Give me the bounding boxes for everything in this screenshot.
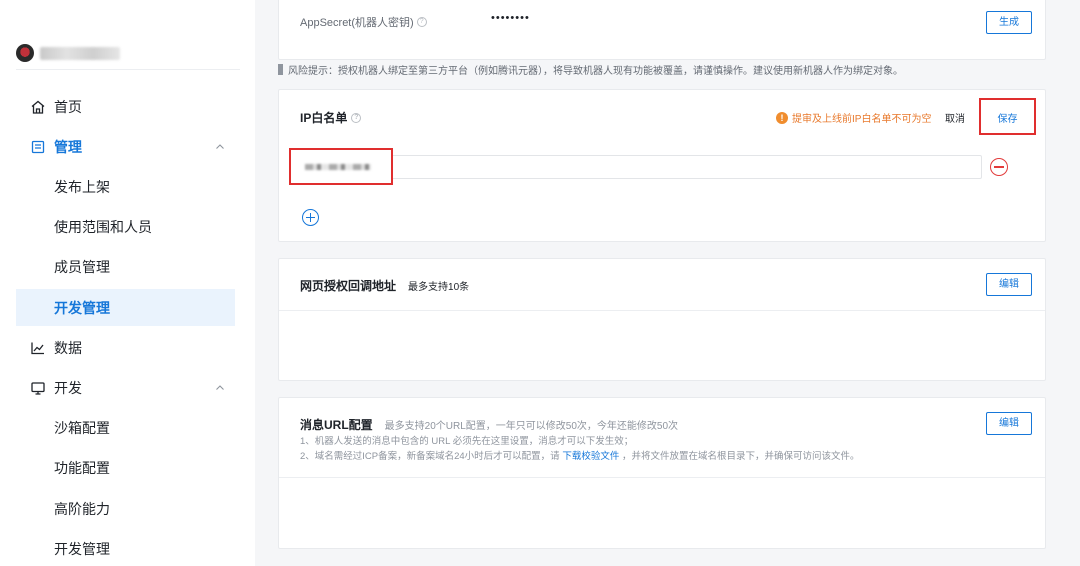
cancel-button[interactable]: 取消	[945, 110, 965, 125]
app-secret-label-text: AppSecret(机器人密钥)	[300, 17, 414, 29]
sidebar-item-label: 开发	[54, 379, 82, 396]
sidebar-item-label: 发布上架	[54, 178, 110, 195]
main-content: AppSecret(机器人密钥) ? •••••••• 生成 风险提示：授权机器…	[255, 0, 1080, 566]
sidebar-item-members[interactable]: 成员管理	[16, 248, 235, 285]
instruction-line: 2、域名需经过ICP备案，新备案域名24小时后才可以配置，请 下载校验文件 ，并…	[300, 449, 860, 464]
app-secret-card: AppSecret(机器人密钥) ? •••••••• 生成	[278, 0, 1046, 60]
sidebar-divider	[16, 69, 240, 70]
ip-whitelist-warning: ! 提审及上线前IP白名单不可为空	[776, 110, 931, 125]
app-secret-value: ••••••••	[491, 12, 530, 24]
risk-notice: 风险提示：授权机器人绑定至第三方平台（例如腾讯元器），将导致机器人现有功能被覆盖…	[278, 62, 903, 77]
ip-input[interactable]	[384, 155, 982, 179]
app-logo	[16, 44, 34, 62]
message-url-hint: 最多支持20个URL配置，一年只可以修改50次，今年还能修改50次	[384, 421, 679, 432]
callback-edit-button[interactable]: 编辑	[986, 273, 1032, 296]
message-url-instructions: 1、机器人发送的消息中包含的 URL 必须先在这里设置，消息才可以下发生效； 2…	[300, 434, 860, 464]
sidebar-item-advanced[interactable]: 高阶能力	[16, 490, 235, 527]
sidebar-item-label: 数据	[54, 339, 82, 356]
sidebar-item-home[interactable]: 首页	[16, 88, 235, 125]
sidebar-item-manage[interactable]: 管理	[16, 128, 235, 165]
chevron-up-icon	[216, 384, 224, 390]
sidebar-item-sandbox[interactable]: 沙箱配置	[16, 409, 235, 446]
sidebar-item-label: 使用范围和人员	[54, 218, 152, 235]
sidebar-item-scope[interactable]: 使用范围和人员	[16, 208, 235, 245]
save-highlight: 保存	[979, 98, 1036, 135]
sidebar: 首页 管理 发布上架 使用范围和人员 成员管理 开发管理 数据 开发 沙箱配置 …	[0, 0, 255, 566]
callback-hint: 最多支持10条	[408, 282, 470, 293]
home-icon	[31, 100, 45, 114]
app-secret-label: AppSecret(机器人密钥) ?	[300, 14, 427, 30]
card-divider	[279, 310, 1045, 311]
chevron-up-icon	[216, 143, 224, 149]
risk-notice-text: 风险提示：授权机器人绑定至第三方平台（例如腾讯元器），将导致机器人现有功能被覆盖…	[288, 66, 903, 77]
app-name-redacted	[40, 47, 120, 60]
ip-whitelist-title: IP白名单 ?	[300, 109, 362, 126]
sidebar-item-label: 功能配置	[54, 459, 110, 476]
message-url-title: 消息URL配置 最多支持20个URL配置，一年只可以修改50次，今年还能修改50…	[300, 416, 678, 433]
sidebar-item-label: 首页	[54, 98, 82, 115]
callback-card: 网页授权回调地址 最多支持10条 编辑	[278, 258, 1046, 381]
sidebar-item-data[interactable]: 数据	[16, 329, 235, 366]
generate-button[interactable]: 生成	[986, 11, 1032, 34]
line-chart-icon	[31, 342, 44, 354]
help-icon[interactable]: ?	[416, 17, 427, 27]
sidebar-item-label: 开发管理	[54, 299, 110, 316]
ip-whitelist-card: IP白名单 ? ! 提审及上线前IP白名单不可为空 取消 保存	[278, 89, 1046, 242]
sidebar-item-label: 成员管理	[54, 258, 110, 275]
instruction-text: 2、域名需经过ICP备案，新备案域名24小时后才可以配置，请	[300, 451, 560, 462]
sidebar-item-label: 开发管理	[54, 540, 110, 557]
ip-whitelist-warning-text: 提审及上线前IP白名单不可为空	[792, 114, 932, 125]
sidebar-item-label: 高阶能力	[54, 500, 110, 517]
remove-ip-icon[interactable]	[990, 158, 1008, 176]
sidebar-item-label: 管理	[54, 138, 82, 155]
notice-bar	[278, 64, 283, 75]
warning-icon: !	[776, 111, 788, 124]
callback-title-text: 网页授权回调地址	[300, 279, 397, 293]
ip-whitelist-title-text: IP白名单	[300, 111, 348, 125]
help-icon[interactable]: ?	[351, 112, 362, 123]
sidebar-item-dev-management[interactable]: 开发管理	[16, 289, 235, 326]
monitor-icon	[31, 381, 45, 395]
message-url-edit-button[interactable]: 编辑	[986, 412, 1032, 435]
sidebar-item-publish[interactable]: 发布上架	[16, 168, 235, 205]
callback-title: 网页授权回调地址 最多支持10条	[300, 277, 469, 294]
card-divider	[279, 477, 1045, 478]
message-url-card: 消息URL配置 最多支持20个URL配置，一年只可以修改50次，今年还能修改50…	[278, 397, 1046, 549]
instruction-text: ，并将文件放置在域名根目录下，并确保可访问该文件。	[621, 451, 860, 462]
instruction-line: 1、机器人发送的消息中包含的 URL 必须先在这里设置，消息才可以下发生效；	[300, 436, 634, 447]
sidebar-item-label: 沙箱配置	[54, 419, 110, 436]
message-url-title-text: 消息URL配置	[300, 418, 373, 432]
save-button[interactable]: 保存	[981, 110, 1034, 125]
download-verification-file-link[interactable]: 下载校验文件	[562, 451, 619, 462]
sidebar-item-develop[interactable]: 开发	[16, 369, 235, 406]
add-ip-icon[interactable]	[302, 209, 319, 226]
sidebar-item-features[interactable]: 功能配置	[16, 449, 235, 486]
ip-input-highlight	[289, 148, 393, 185]
sidebar-item-dev-management-2[interactable]: 开发管理	[16, 530, 235, 566]
list-icon	[31, 140, 45, 153]
ip-value-redacted	[305, 164, 371, 170]
